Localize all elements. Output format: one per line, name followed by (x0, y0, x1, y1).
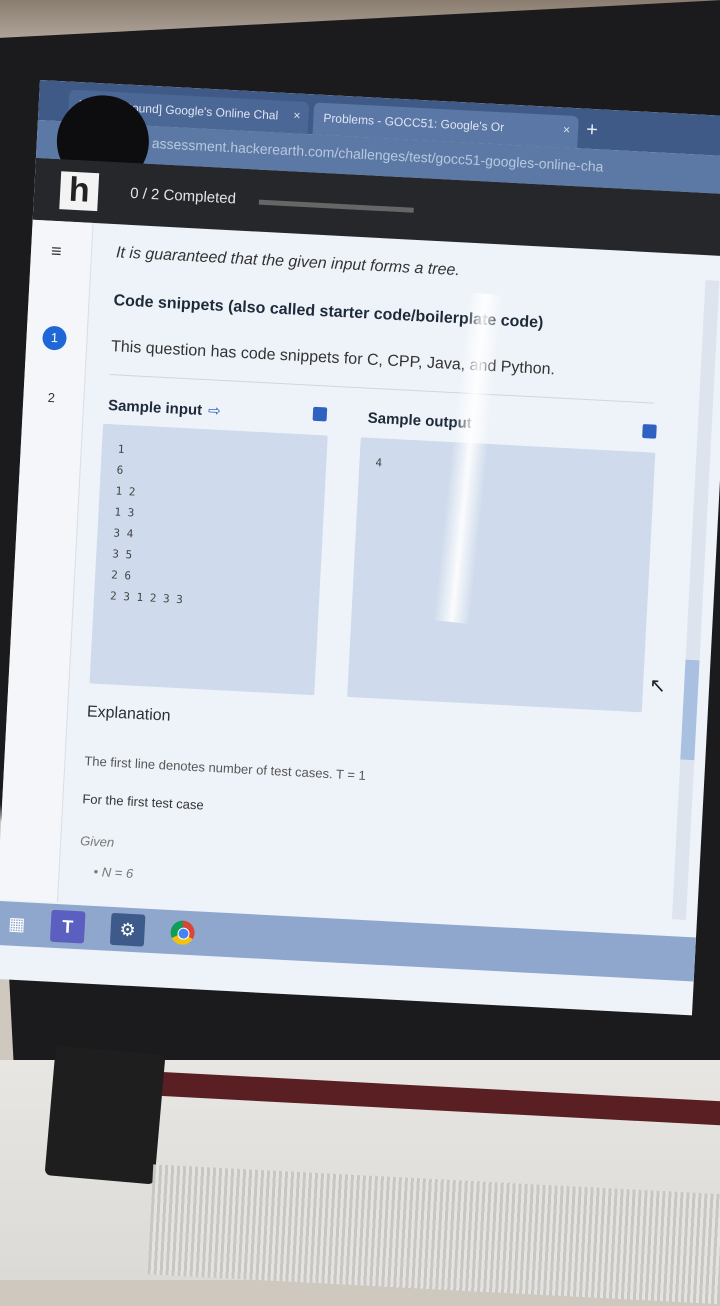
sample-output-box[interactable]: 4 (347, 437, 655, 712)
laptop-screen: [Coding Round] Google's Online Chal × Pr… (0, 80, 720, 1015)
webcam-cover-clip (45, 1045, 166, 1184)
question-2-button[interactable]: 2 (39, 385, 64, 410)
progress-label: 0 / 2 Completed (130, 185, 237, 208)
mouse-cursor-icon: ↖ (649, 673, 667, 699)
scroll-thumb[interactable] (680, 660, 699, 761)
tab-close-icon[interactable]: × (563, 122, 571, 136)
sample-input-text: 1 6 1 2 1 3 3 4 3 5 2 6 2 3 1 2 3 3 (93, 424, 328, 632)
copy-output-icon[interactable] (642, 424, 657, 439)
explanation-text: The first line denotes number of test ca… (84, 753, 366, 783)
given-text: Given (80, 833, 115, 850)
tab-label: Problems - GOCC51: Google's Or (323, 111, 505, 134)
progress-bar (259, 200, 414, 213)
question-1-button[interactable]: 1 (42, 326, 67, 351)
sample-input-box[interactable]: 1 6 1 2 1 3 3 4 3 5 2 6 2 3 1 2 3 3 (89, 424, 327, 695)
chrome-icon[interactable] (165, 916, 201, 950)
windows-start-icon[interactable]: ▦ (0, 907, 35, 941)
sample-input-label-text: Sample input (108, 397, 203, 419)
first-case-text: For the first test case (82, 791, 204, 812)
menu-icon[interactable]: ≡ (50, 241, 62, 263)
teams-icon[interactable]: T (50, 910, 86, 944)
problem-content: It is guaranteed that the given input fo… (72, 224, 697, 934)
explanation-heading: Explanation (87, 703, 171, 725)
copy-input-icon[interactable] (313, 407, 328, 422)
divider (110, 374, 654, 404)
settings-icon[interactable]: ⚙ (110, 913, 146, 947)
open-input-icon[interactable]: ⇨ (208, 402, 221, 420)
tab-close-icon[interactable]: × (293, 108, 301, 122)
bullet-n: • N = 6 (93, 864, 133, 881)
chrome-logo (170, 920, 195, 945)
sample-input-label: Sample input ⇨ (108, 396, 222, 420)
sample-output-text: 4 (358, 437, 655, 501)
hackerearth-logo[interactable]: h (59, 171, 99, 211)
guarantee-text: It is guaranteed that the given input fo… (116, 244, 461, 280)
new-tab-button[interactable]: + (586, 119, 599, 143)
